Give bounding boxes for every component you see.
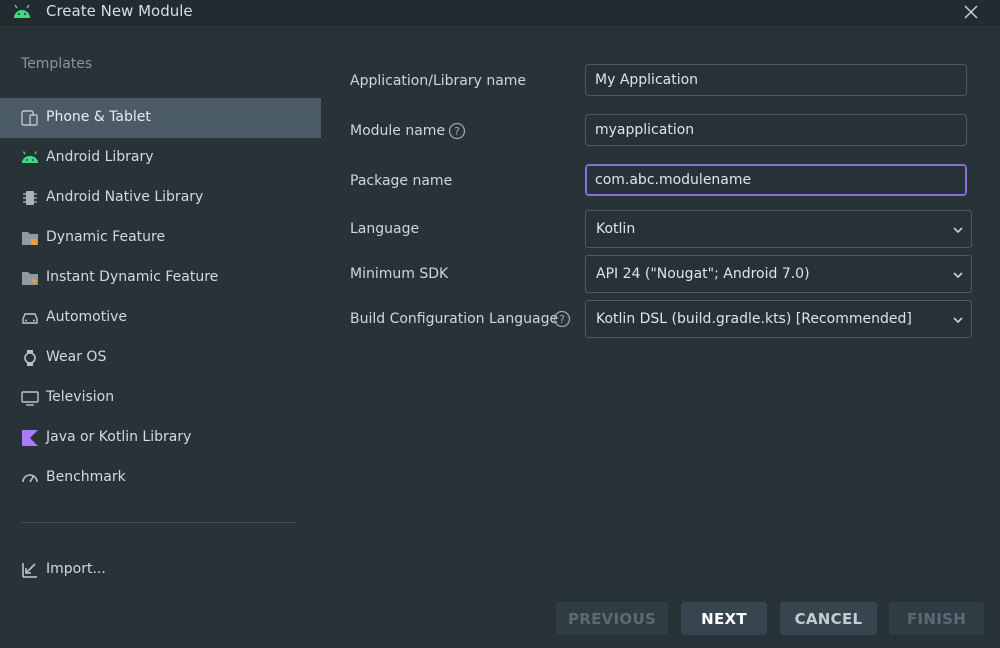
sidebar-item-label: Android Native Library bbox=[46, 189, 204, 205]
language-value: Kotlin bbox=[596, 221, 636, 237]
help-icon[interactable]: ? bbox=[553, 310, 571, 328]
build-config-value: Kotlin DSL (build.gradle.kts) [Recommend… bbox=[596, 311, 912, 327]
sidebar-item-label: Television bbox=[46, 389, 115, 405]
kotlin-icon bbox=[22, 430, 38, 446]
help-icon[interactable]: ? bbox=[448, 122, 466, 140]
android-icon bbox=[22, 151, 38, 163]
min-sdk-value: API 24 ("Nougat"; Android 7.0) bbox=[596, 266, 810, 282]
min-sdk-label: Minimum SDK bbox=[350, 266, 449, 282]
import-label: Import... bbox=[46, 561, 106, 577]
sidebar-item-label: Android Library bbox=[46, 149, 154, 165]
title-bar: Create New Module bbox=[0, 0, 1000, 26]
sidebar-item-label: Java or Kotlin Library bbox=[46, 429, 192, 445]
build-config-label: Build Configuration Language bbox=[350, 311, 559, 327]
close-icon[interactable] bbox=[960, 1, 982, 23]
cancel-button[interactable]: CANCEL bbox=[780, 602, 877, 635]
tv-icon bbox=[21, 391, 39, 406]
module-name-label: Module name bbox=[350, 123, 446, 139]
sidebar-item-television[interactable]: Television bbox=[0, 378, 321, 418]
sidebar-item-android-native-library[interactable]: Android Native Library bbox=[0, 178, 321, 218]
sidebar-item-label: Wear OS bbox=[46, 349, 107, 365]
package-name-label: Package name bbox=[350, 173, 453, 189]
import-link[interactable]: Import... bbox=[0, 550, 321, 590]
car-icon bbox=[22, 313, 38, 324]
folder-icon bbox=[22, 232, 38, 245]
finish-button[interactable]: FINISH bbox=[889, 602, 984, 635]
chip-icon bbox=[23, 191, 37, 205]
sidebar-item-wear-os[interactable]: Wear OS bbox=[0, 338, 321, 378]
phone-tablet-icon bbox=[21, 110, 38, 126]
chevron-down-icon bbox=[953, 227, 963, 234]
sidebar-item-phone-tablet[interactable]: Phone & Tablet bbox=[0, 98, 321, 138]
next-button[interactable]: NEXT bbox=[681, 602, 767, 635]
build-config-select[interactable]: Kotlin DSL (build.gradle.kts) [Recommend… bbox=[585, 300, 972, 338]
templates-heading: Templates bbox=[21, 56, 93, 72]
app-name-input[interactable] bbox=[585, 64, 967, 96]
sidebar-item-android-library[interactable]: Android Library bbox=[0, 138, 321, 178]
chevron-down-icon bbox=[953, 317, 963, 324]
svg-text:?: ? bbox=[559, 313, 565, 326]
sidebar-divider bbox=[21, 522, 296, 523]
language-select[interactable]: Kotlin bbox=[585, 210, 972, 248]
module-name-input[interactable] bbox=[585, 114, 967, 146]
sidebar-item-instant-dynamic-feature[interactable]: Instant Dynamic Feature bbox=[0, 258, 321, 298]
sidebar-item-label: Benchmark bbox=[46, 469, 126, 485]
svg-text:?: ? bbox=[454, 125, 460, 138]
previous-button[interactable]: PREVIOUS bbox=[556, 602, 668, 635]
language-label: Language bbox=[350, 221, 420, 237]
package-name-input[interactable] bbox=[585, 164, 967, 196]
sidebar-item-label: Dynamic Feature bbox=[46, 229, 166, 245]
gauge-icon bbox=[22, 474, 38, 483]
min-sdk-select[interactable]: API 24 ("Nougat"; Android 7.0) bbox=[585, 255, 972, 293]
folder-lightning-icon bbox=[22, 272, 38, 286]
watch-icon bbox=[24, 350, 36, 366]
window-title: Create New Module bbox=[46, 2, 193, 20]
templates-sidebar: Templates Phone & Tablet Android Library… bbox=[0, 26, 321, 648]
android-studio-icon bbox=[14, 4, 30, 18]
sidebar-item-automotive[interactable]: Automotive bbox=[0, 298, 321, 338]
sidebar-item-benchmark[interactable]: Benchmark bbox=[0, 458, 321, 498]
sidebar-item-label: Instant Dynamic Feature bbox=[46, 269, 219, 285]
sidebar-item-dynamic-feature[interactable]: Dynamic Feature bbox=[0, 218, 321, 258]
chevron-down-icon bbox=[953, 272, 963, 279]
sidebar-item-java-kotlin-library[interactable]: Java or Kotlin Library bbox=[0, 418, 321, 458]
app-name-label: Application/Library name bbox=[350, 73, 527, 89]
import-icon bbox=[22, 563, 37, 578]
sidebar-item-label: Automotive bbox=[46, 309, 127, 325]
sidebar-item-label: Phone & Tablet bbox=[46, 109, 151, 125]
